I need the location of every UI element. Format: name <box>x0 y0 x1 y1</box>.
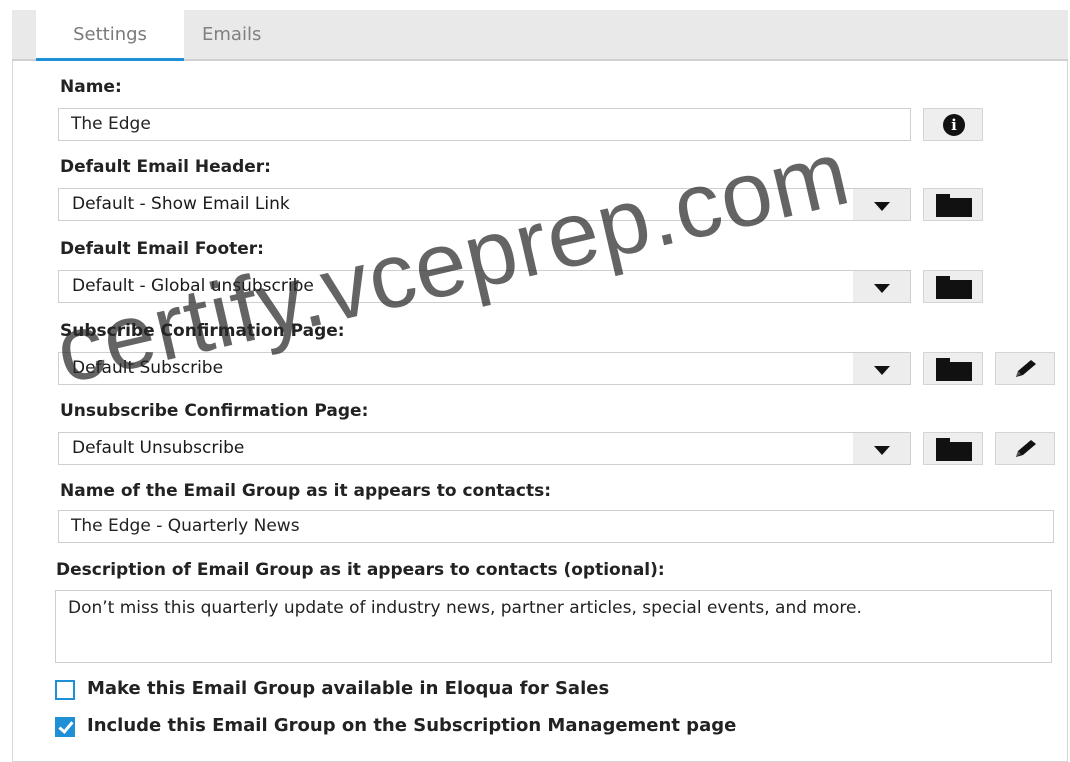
chevron-down-icon[interactable] <box>853 188 911 221</box>
tab-bar: Settings Emails <box>12 10 1068 61</box>
info-button[interactable]: i <box>923 108 983 141</box>
name-input[interactable]: The Edge <box>58 108 911 141</box>
email-footer-value: Default - Global unsubscribe <box>58 270 854 303</box>
unsubscribe-page-edit-button[interactable] <box>995 432 1055 465</box>
chevron-down-icon[interactable] <box>853 432 911 465</box>
email-header-browse-button[interactable] <box>923 188 983 221</box>
description-label: Description of Email Group as it appears… <box>56 560 665 580</box>
subscribe-page-select[interactable]: Default Subscribe <box>58 352 911 385</box>
subscribe-page-browse-button[interactable] <box>923 352 983 385</box>
tab-settings[interactable]: Settings <box>36 10 184 61</box>
subscribe-page-label: Subscribe Confirmation Page: <box>60 321 345 341</box>
chevron-down-icon[interactable] <box>853 270 911 303</box>
folder-icon <box>936 358 972 381</box>
unsubscribe-page-select[interactable]: Default Unsubscribe <box>58 432 911 465</box>
chevron-down-icon[interactable] <box>853 352 911 385</box>
pencil-icon <box>1016 440 1036 457</box>
subscribe-page-value: Default Subscribe <box>58 352 854 385</box>
folder-icon <box>936 438 972 461</box>
subscribe-page-edit-button[interactable] <box>995 352 1055 385</box>
description-textarea[interactable]: Don’t miss this quarterly update of indu… <box>55 590 1052 663</box>
subscription-management-checkbox[interactable] <box>55 717 75 737</box>
display-name-label: Name of the Email Group as it appears to… <box>60 481 552 501</box>
email-header-label: Default Email Header: <box>60 157 271 177</box>
folder-icon <box>936 194 972 217</box>
folder-icon <box>936 276 972 299</box>
eloqua-for-sales-label: Make this Email Group available in Eloqu… <box>87 678 610 699</box>
unsubscribe-page-value: Default Unsubscribe <box>58 432 854 465</box>
unsubscribe-page-browse-button[interactable] <box>923 432 983 465</box>
tab-emails[interactable]: Emails <box>192 10 282 61</box>
display-name-input[interactable]: The Edge - Quarterly News <box>58 510 1054 543</box>
subscription-management-label: Include this Email Group on the Subscrip… <box>87 715 737 736</box>
email-header-select[interactable]: Default - Show Email Link <box>58 188 911 221</box>
eloqua-for-sales-checkbox[interactable] <box>55 680 75 700</box>
email-footer-select[interactable]: Default - Global unsubscribe <box>58 270 911 303</box>
email-header-value: Default - Show Email Link <box>58 188 854 221</box>
email-footer-browse-button[interactable] <box>923 270 983 303</box>
info-icon: i <box>943 114 965 136</box>
unsubscribe-page-label: Unsubscribe Confirmation Page: <box>60 401 369 421</box>
name-label: Name: <box>60 77 122 97</box>
pencil-icon <box>1016 360 1036 377</box>
email-footer-label: Default Email Footer: <box>60 239 264 259</box>
